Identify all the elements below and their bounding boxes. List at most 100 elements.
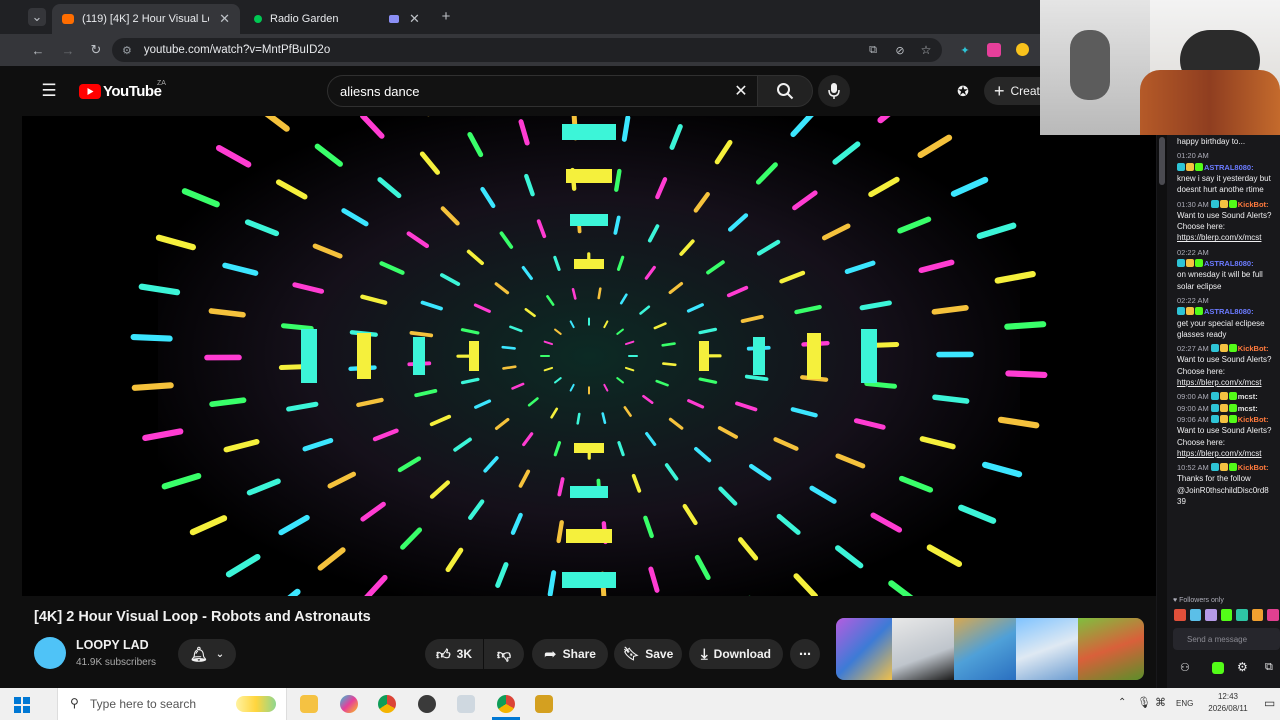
tunnel-bar: [566, 529, 612, 543]
tunnel-segment: [131, 382, 174, 391]
language-indicator[interactable]: ENG: [1176, 699, 1193, 708]
chat-message-line: on wnesday it will be full: [1177, 269, 1280, 281]
chat-timestamp: 01:20 AM: [1177, 151, 1209, 161]
related-thumbnails-strip[interactable]: [836, 618, 1144, 680]
chat-scrollbar[interactable]: [1157, 135, 1167, 688]
chat-message-input[interactable]: Send a message: [1173, 628, 1280, 650]
address-bar[interactable]: ⚙ youtube.com/watch?v=MntPfBuID2o: [112, 38, 942, 62]
chrome-profile-icon[interactable]: [497, 695, 515, 713]
search-input[interactable]: aliesns dance: [327, 75, 785, 107]
tunnel-segment: [744, 374, 769, 382]
search-icon: [777, 83, 794, 100]
chat-scroll-thumb[interactable]: [1159, 137, 1165, 185]
emote-icon[interactable]: [1189, 609, 1202, 621]
chat-popout-icon[interactable]: ⧉: [1265, 661, 1273, 674]
emote-icon[interactable]: [1174, 609, 1186, 621]
extension-icon[interactable]: ✦: [958, 43, 972, 57]
notifications-icon[interactable]: ▭: [1264, 696, 1275, 710]
emote-icon[interactable]: [1267, 609, 1280, 621]
thumbnail[interactable]: [1078, 618, 1144, 680]
chat-username[interactable]: mcst:: [1238, 392, 1258, 401]
dislike-button[interactable]: 👎︎: [484, 639, 524, 669]
chat-settings-gear-icon[interactable]: ⚙: [1237, 660, 1248, 674]
youtube-logo-icon[interactable]: [79, 84, 101, 99]
copilot-icon[interactable]: [340, 695, 358, 713]
clear-search-icon[interactable]: ✕: [732, 82, 750, 100]
tray-chevron-up-icon[interactable]: ⌃: [1118, 697, 1126, 708]
extension-icon[interactable]: [987, 43, 1001, 57]
tunnel-bar: [807, 333, 821, 379]
chat-username[interactable]: ASTRAL8080:: [1204, 259, 1254, 268]
chat-text: Want to use Sound Alerts?: [1177, 210, 1272, 220]
app-icon[interactable]: [418, 695, 436, 713]
chat-badge-icon: [1228, 403, 1237, 412]
more-actions-button[interactable]: ⋯: [790, 639, 820, 669]
close-tab-icon[interactable]: ✕: [219, 11, 230, 27]
windows-taskbar: ⚲ Type here to search ⌃ 🎙︎ ⌘ ENG 12:43 2…: [0, 688, 1280, 720]
emote-icon[interactable]: [1220, 609, 1233, 621]
chat-username[interactable]: KickBot:: [1238, 344, 1269, 353]
chat-badge-icon: [1228, 463, 1237, 472]
site-info-icon[interactable]: ⚙: [122, 44, 132, 57]
tab-search-chevron-icon[interactable]: ⌄: [28, 8, 46, 26]
chat-badge-icon: [1186, 259, 1194, 267]
emote-icon[interactable]: [1205, 609, 1217, 621]
eye-off-icon[interactable]: ⊘: [892, 42, 908, 58]
search-button[interactable]: [757, 75, 813, 107]
forward-arrow-icon[interactable]: →: [60, 42, 76, 58]
chat-username[interactable]: KickBot:: [1238, 200, 1269, 209]
chat-link[interactable]: https://blerp.com/x/mcst: [1177, 233, 1261, 242]
thumbnail[interactable]: [1016, 618, 1078, 680]
bookmark-icon: 🔖︎: [622, 646, 640, 661]
like-button[interactable]: 👍︎ 3K: [425, 639, 483, 669]
chat-username[interactable]: ASTRAL8080:: [1204, 307, 1254, 316]
reload-icon[interactable]: ↻: [88, 42, 104, 58]
back-arrow-icon[interactable]: ←: [30, 42, 46, 58]
network-icon[interactable]: ⌘: [1155, 696, 1166, 709]
app-icon[interactable]: [535, 695, 553, 713]
extension-icon[interactable]: [1016, 43, 1029, 56]
thumbnail[interactable]: [954, 618, 1016, 680]
chat-timestamp: 09:00 AM: [1177, 403, 1209, 413]
kick-logo-icon[interactable]: [1212, 662, 1224, 674]
voice-search-button[interactable]: [818, 75, 850, 107]
chrome-icon[interactable]: [378, 695, 396, 713]
plus-icon: +: [994, 81, 1005, 101]
video-player[interactable]: [22, 116, 1156, 596]
emote-icon[interactable]: [1236, 609, 1248, 621]
youtube-logo-text[interactable]: YouTube: [103, 83, 162, 100]
chat-username[interactable]: KickBot:: [1238, 415, 1269, 424]
share-button[interactable]: ➦ Share: [532, 639, 608, 669]
install-app-icon[interactable]: ⧉: [865, 42, 881, 58]
close-tab-icon[interactable]: ✕: [409, 11, 420, 27]
clock[interactable]: 12:43 2026/08/11: [1206, 691, 1250, 715]
notification-bell-button[interactable]: 🔔︎ ⌄: [178, 639, 236, 669]
microphone-tray-icon[interactable]: 🎙︎: [1137, 696, 1151, 709]
chat-link[interactable]: https://blerp.com/x/mcst: [1177, 449, 1261, 458]
save-button[interactable]: 🔖︎ Save: [614, 639, 682, 669]
emote-icon[interactable]: [1251, 609, 1264, 621]
thumbnail[interactable]: [892, 618, 954, 680]
share-label: Share: [562, 647, 596, 661]
premium-icon[interactable]: ✪: [954, 82, 972, 100]
chat-username[interactable]: KickBot:: [1238, 463, 1269, 472]
bookmark-star-icon[interactable]: ☆: [918, 42, 934, 58]
new-tab-icon[interactable]: +: [438, 8, 454, 25]
chat-username[interactable]: mcst:: [1238, 404, 1258, 413]
taskbar-search-input[interactable]: ⚲ Type here to search: [57, 688, 287, 720]
chat-text: doesnt hurt anothe rtime: [1177, 185, 1264, 195]
channel-avatar[interactable]: [34, 637, 66, 669]
tab-youtube[interactable]: (119) [4K] 2 Hour Visual Loop ✕: [52, 4, 240, 34]
windows-start-icon[interactable]: [14, 697, 30, 713]
file-explorer-icon[interactable]: [300, 695, 318, 713]
thumbnail[interactable]: [836, 618, 892, 680]
chat-username[interactable]: ASTRAL8080:: [1204, 163, 1254, 172]
app-icon[interactable]: [457, 695, 475, 713]
tab-radio-garden[interactable]: Radio Garden ✕: [244, 4, 432, 34]
chat-link[interactable]: https://blerp.com/x/mcst: [1177, 378, 1261, 387]
download-button[interactable]: ⤓ Download: [689, 639, 783, 669]
chat-users-icon[interactable]: ⚇: [1180, 661, 1190, 674]
hamburger-menu-icon[interactable]: ☰: [39, 81, 59, 101]
emote-bar[interactable]: [1174, 609, 1280, 623]
channel-name[interactable]: LOOPY LAD: [76, 638, 149, 652]
